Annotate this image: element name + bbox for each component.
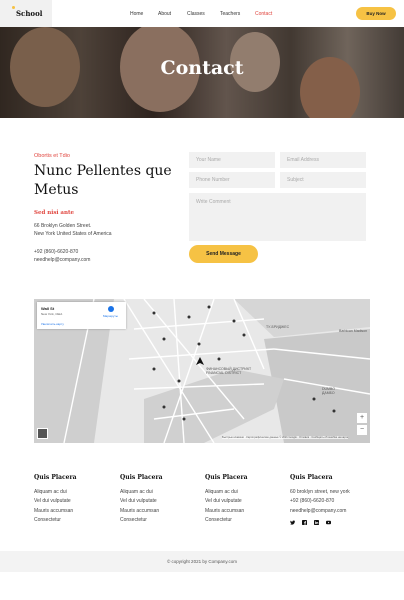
contact-heading: Nunc Pellentes que Metus (34, 163, 172, 198)
youtube-icon[interactable] (326, 520, 331, 525)
buy-now-button[interactable]: Buy Now (356, 7, 396, 20)
footer-bottom-bar: © copyright 2021 by Company.com (0, 551, 404, 572)
hero-banner: Contact (0, 27, 404, 118)
comment-field[interactable]: Write Comment (189, 193, 366, 241)
nav-contact[interactable]: Contact (255, 11, 272, 17)
footer-email[interactable]: needhelp@company.com (290, 508, 346, 514)
logo-area: School (0, 0, 52, 27)
directions-icon[interactable] (108, 306, 114, 312)
map-label: FINANCIAL DISTRICT (206, 371, 242, 375)
directions-link[interactable]: Маршруты (103, 314, 118, 318)
nav-teachers[interactable]: Teachers (220, 11, 240, 17)
footer-link[interactable]: Aliquam ac dui (205, 489, 238, 495)
nav-home[interactable]: Home (130, 11, 143, 17)
footer-link[interactable]: Consectetur (205, 517, 232, 523)
send-message-button[interactable]: Send Message (189, 245, 258, 263)
footer-link[interactable]: Aliquam ac dui (34, 489, 67, 495)
phone-field[interactable]: Phone Number (189, 172, 275, 188)
page-title: Contact (160, 57, 244, 79)
facebook-icon[interactable] (302, 520, 307, 525)
site-header: School Home About Classes Teachers Conta… (0, 0, 404, 27)
linkedin-icon[interactable] (314, 520, 319, 525)
footer-link[interactable]: Vel dui vulputate (205, 498, 242, 504)
name-field[interactable]: Your Name (189, 152, 275, 168)
footer-link[interactable]: Mauris accumsan (120, 508, 159, 514)
zoom-in-button[interactable]: + (357, 413, 367, 423)
map-place-title: Wall St (41, 306, 55, 311)
footer-phone: +92 (860)-6620-870 (290, 498, 335, 504)
footer-col1-title: Quis Placera (34, 474, 77, 481)
map-attribution: Быстрые клавиши · Картографические данны… (222, 436, 349, 439)
nav-about[interactable]: About (158, 11, 171, 17)
twitter-icon[interactable] (290, 520, 295, 525)
map-label: ТУ-БРИДЖЕС (266, 325, 290, 329)
logo[interactable]: School (11, 6, 42, 18)
address-line-1: 66 Broklyn Golden Street. (34, 223, 92, 229)
footer-col3-title: Quis Placera (205, 474, 248, 481)
footer-col2-title: Quis Placera (120, 474, 163, 481)
footer-link[interactable]: Mauris accumsan (34, 508, 73, 514)
footer-link[interactable]: Consectetur (120, 517, 147, 523)
email-field[interactable]: Email Address (280, 152, 366, 168)
contact-email[interactable]: needhelp@company.com (34, 257, 90, 263)
copyright-text: © copyright 2021 by Company.com (166, 559, 238, 564)
footer-link[interactable]: Aliquam ac dui (120, 489, 153, 495)
footer-link[interactable]: Vel dui vulputate (120, 498, 157, 504)
footer-address: 60 broklyn street, new york (290, 489, 350, 495)
subject-field[interactable]: Subject (280, 172, 366, 188)
address-line-2: New York United States of America (34, 231, 112, 237)
map-embed[interactable]: Wall St New York, США Увеличить карту Ма… (34, 299, 370, 443)
nav-classes[interactable]: Classes (187, 11, 205, 17)
map-label: ДАМБО (322, 391, 335, 395)
map-label: Barbican Madison (339, 329, 368, 333)
contact-phone: +92 (860)-6620-870 (34, 249, 79, 255)
map-place-card: Wall St New York, США Увеличить карту Ма… (37, 302, 126, 329)
zoom-out-button[interactable]: − (357, 425, 367, 435)
footer-link[interactable]: Vel dui vulputate (34, 498, 71, 504)
footer-link[interactable]: Mauris accumsan (205, 508, 244, 514)
map-place-subtitle: New York, США (41, 312, 63, 316)
footer-col4-title: Quis Placera (290, 474, 333, 481)
enlarge-map-link[interactable]: Увеличить карту (41, 322, 64, 326)
contact-kicker: Obortis et Tdio (34, 153, 70, 159)
footer-link[interactable]: Consectetur (34, 517, 61, 523)
contact-subhead: Sed nisi ante (34, 210, 75, 216)
map-layer-thumbnail[interactable] (37, 428, 48, 439)
